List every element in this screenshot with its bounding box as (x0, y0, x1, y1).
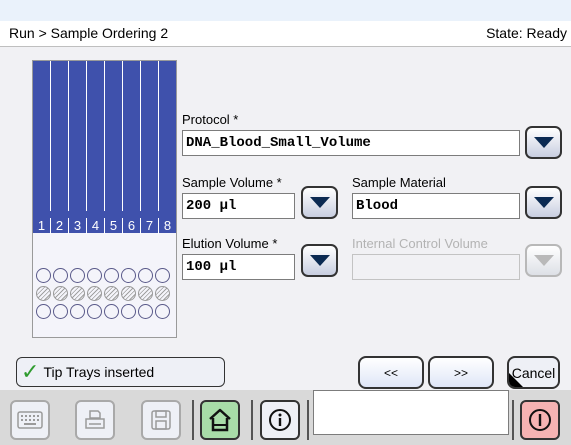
position-number[interactable]: 8 (159, 218, 176, 234)
well (87, 286, 102, 301)
home-icon (209, 408, 231, 432)
toolbar-divider (512, 400, 514, 440)
header-bar: Run > Sample Ordering 2 State: Ready (0, 21, 571, 47)
status-label: State: Ready (486, 25, 567, 41)
bottom-toolbar (0, 390, 571, 445)
print-button (75, 400, 115, 440)
print-icon (85, 410, 105, 429)
internal-control-volume-dropdown-button (525, 244, 562, 277)
position-number[interactable]: 3 (69, 218, 87, 234)
well (155, 304, 170, 319)
well (70, 268, 85, 283)
breadcrumb: Run > Sample Ordering 2 (9, 25, 169, 41)
strip-divider (104, 61, 105, 211)
well (121, 304, 136, 319)
tip-trays-label: Tip Trays inserted (43, 364, 155, 380)
well (36, 304, 51, 319)
position-numbers: 1 2 3 4 5 6 7 8 (33, 218, 176, 234)
well (138, 286, 153, 301)
position-number[interactable]: 4 (87, 218, 105, 234)
toolbar-divider (251, 400, 253, 440)
internal-control-volume-field (352, 254, 520, 280)
corner-marker (509, 373, 523, 387)
save-icon (151, 410, 171, 430)
internal-control-volume-label: Internal Control Volume (352, 236, 488, 251)
well-row (36, 286, 172, 303)
strip-divider (68, 61, 69, 211)
toolbar-divider (192, 400, 194, 440)
sample-rack: 1 2 3 4 5 6 7 8 (32, 60, 177, 338)
message-box (313, 390, 509, 435)
home-button[interactable] (200, 400, 240, 440)
elution-volume-field[interactable]: 100 µl (182, 254, 295, 280)
position-number[interactable]: 5 (105, 218, 123, 234)
well (104, 268, 119, 283)
keyboard-button (10, 400, 50, 440)
next-label: >> (453, 365, 468, 380)
chevron-down-icon (533, 197, 554, 208)
protocol-dropdown-button[interactable] (525, 126, 562, 159)
protocol-label: Protocol * (182, 112, 239, 127)
well (138, 268, 153, 283)
info-button[interactable] (260, 400, 300, 440)
strip-divider (158, 61, 159, 211)
strip-divider (122, 61, 123, 211)
position-number[interactable]: 6 (123, 218, 141, 234)
well (155, 286, 170, 301)
sample-material-dropdown-button[interactable] (525, 186, 562, 219)
well (138, 304, 153, 319)
well (104, 304, 119, 319)
power-button[interactable] (520, 400, 560, 440)
tube-wells (36, 268, 172, 322)
well (53, 304, 68, 319)
keyboard-icon (17, 411, 43, 429)
sample-material-field[interactable]: Blood (352, 193, 520, 219)
chevron-down-icon (309, 255, 330, 266)
chevron-down-icon (309, 197, 330, 208)
top-strip (0, 0, 571, 21)
sample-material-label: Sample Material (352, 175, 446, 190)
previous-label: << (383, 365, 398, 380)
well (70, 286, 85, 301)
previous-button[interactable]: << (358, 356, 424, 389)
well (53, 268, 68, 283)
position-number[interactable]: 7 (141, 218, 159, 234)
cancel-button[interactable]: Cancel (507, 356, 560, 389)
well (121, 286, 136, 301)
well (104, 286, 119, 301)
sample-strips (33, 61, 176, 233)
well (155, 268, 170, 283)
position-number[interactable]: 2 (51, 218, 69, 234)
chevron-down-icon (533, 137, 554, 148)
well (87, 304, 102, 319)
sample-volume-label: Sample Volume * (182, 175, 282, 190)
info-icon (269, 409, 291, 431)
strip-divider (86, 61, 87, 211)
elution-volume-dropdown-button[interactable] (301, 244, 338, 277)
protocol-field[interactable]: DNA_Blood_Small_Volume (182, 130, 520, 156)
checkmark-icon: ✓ (21, 359, 40, 384)
well (121, 268, 136, 283)
save-button (141, 400, 181, 440)
next-button[interactable]: >> (428, 356, 494, 389)
well (53, 286, 68, 301)
chevron-down-icon (533, 255, 554, 266)
toolbar-divider (307, 400, 309, 440)
well-row (36, 268, 172, 285)
elution-volume-label: Elution Volume * (182, 236, 278, 251)
strip-divider (140, 61, 141, 211)
well (36, 268, 51, 283)
tip-trays-button[interactable]: ✓ Tip Trays inserted (16, 357, 225, 387)
well-row (36, 304, 172, 321)
well (87, 268, 102, 283)
sample-volume-field[interactable]: 200 µl (182, 193, 295, 219)
position-number[interactable]: 1 (33, 218, 51, 234)
well (70, 304, 85, 319)
sample-volume-dropdown-button[interactable] (301, 186, 338, 219)
well (36, 286, 51, 301)
power-icon (529, 409, 551, 431)
strip-divider (50, 61, 51, 211)
